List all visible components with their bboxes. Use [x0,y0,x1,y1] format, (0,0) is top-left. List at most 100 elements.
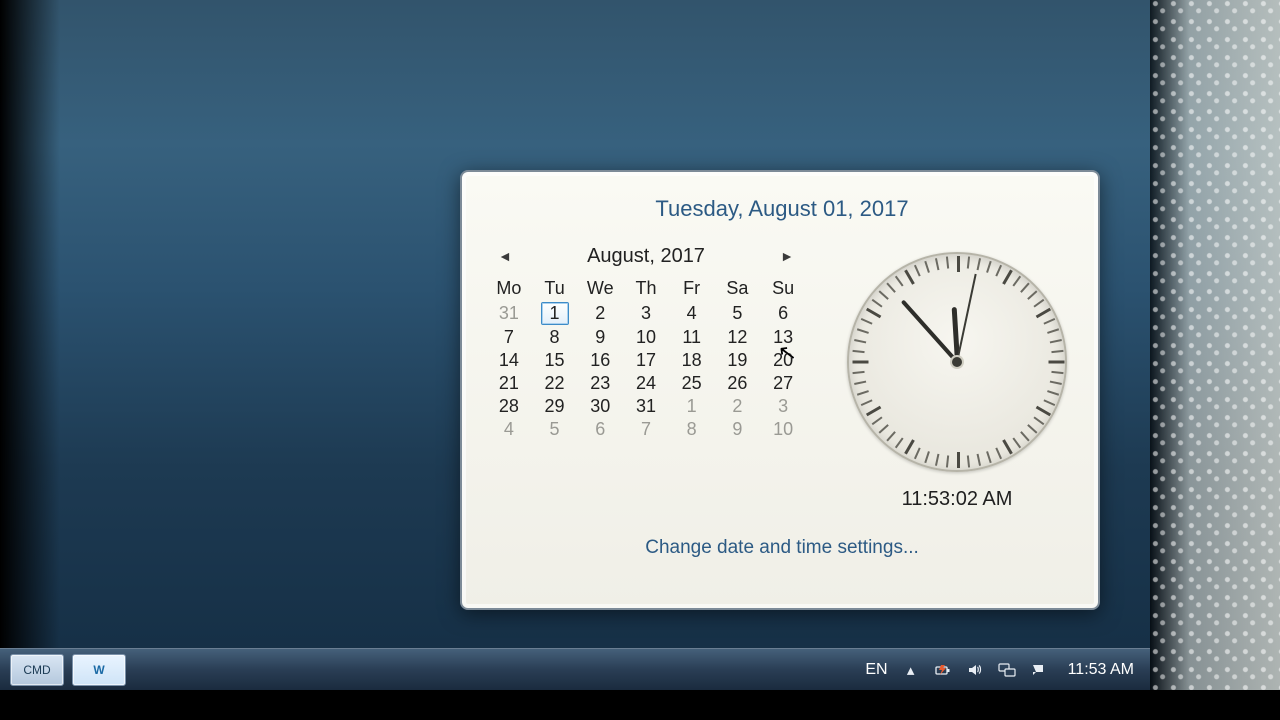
action-center-icon[interactable] [1030,661,1048,679]
calendar-day[interactable]: 1 [532,301,578,326]
clock-tick [861,318,873,325]
volume-icon[interactable] [966,661,984,679]
power-icon[interactable] [934,661,952,679]
calendar-day[interactable]: 23 [577,372,623,395]
calendar-day[interactable]: 8 [669,418,715,441]
digital-time: 11:53:02 AM [902,488,1013,511]
calendar-day[interactable]: 31 [623,395,669,418]
clock-tick [854,381,866,385]
calendar-day[interactable]: 18 [669,349,715,372]
clock-tick [866,406,881,417]
clock-tick [957,452,960,468]
clock-tick [924,261,930,273]
calendar-day[interactable]: 27 [760,372,806,395]
taskbar-clock[interactable]: 11:53 AM [1068,661,1140,679]
change-settings-link[interactable]: Change date and time settings... [486,537,1078,559]
calendar-day[interactable]: 29 [532,395,578,418]
calendar-day[interactable]: 25 [669,372,715,395]
clock-tick [914,265,921,277]
clock-tick [986,261,992,273]
clock-tick [872,416,883,425]
next-month-button[interactable]: ► [772,244,802,268]
calendar-day[interactable]: 21 [486,372,532,395]
network-icon[interactable] [998,661,1016,679]
calendar-day[interactable]: 5 [532,418,578,441]
calendar-day[interactable]: 4 [669,301,715,326]
photo-bottom-edge [0,690,1280,720]
calendar-day[interactable]: 6 [577,418,623,441]
calendar-day[interactable]: 2 [577,301,623,326]
calendar-day[interactable]: 26 [715,372,761,395]
calendar-day[interactable]: 11 [669,326,715,349]
calendar-day[interactable]: 30 [577,395,623,418]
clock-tick [986,451,992,463]
calendar-day[interactable]: 31 [486,301,532,326]
calendar-day[interactable]: 1 [669,395,715,418]
calendar-day[interactable]: 3 [623,301,669,326]
clock-tick [1036,308,1051,319]
system-tray: EN ▴ 11:53 AM [865,661,1140,679]
calendar-day[interactable]: 7 [486,326,532,349]
date-time-popup: Tuesday, August 01, 2017 ◄ August, 2017 … [460,170,1100,610]
show-hidden-icons-button[interactable]: ▴ [902,661,920,679]
calendar-day[interactable]: 20 [760,349,806,372]
taskbar[interactable]: CMD W EN ▴ 11:53 AM [0,648,1150,690]
clock-tick [1012,276,1021,287]
clock-tick [879,290,889,300]
clock-tick [895,437,904,448]
calendar-nav: ◄ August, 2017 ► [490,244,802,268]
clock-tick [957,256,960,272]
calendar-day[interactable]: 19 [715,349,761,372]
popup-body: ◄ August, 2017 ► MoTuWeThFrSaSu 31123456… [486,244,1078,511]
taskbar-app-1[interactable]: CMD [10,654,64,686]
clock-tick [852,350,864,353]
calendar-day[interactable]: 6 [760,301,806,326]
screen-vignette-left [0,0,60,720]
month-year-label[interactable]: August, 2017 [587,245,705,268]
calendar-day[interactable]: 2 [715,395,761,418]
day-header: Mo [486,276,532,301]
clock-tick [854,339,866,343]
day-header: Tu [532,276,578,301]
day-header: We [577,276,623,301]
clock-tick [914,447,921,459]
calendar-day[interactable]: 10 [760,418,806,441]
calendar-day[interactable]: 3 [760,395,806,418]
clock-tick [861,399,873,406]
calendar-day[interactable]: 9 [715,418,761,441]
clock-tick [879,424,889,434]
calendar-day[interactable]: 15 [532,349,578,372]
current-date-heading: Tuesday, August 01, 2017 [486,196,1078,222]
clock-tick [852,371,864,374]
calendar-day[interactable]: 5 [715,301,761,326]
day-header: Sa [715,276,761,301]
calendar-day[interactable]: 9 [577,326,623,349]
calendar-day[interactable]: 14 [486,349,532,372]
language-indicator[interactable]: EN [865,661,887,679]
calendar-day[interactable]: 17 [623,349,669,372]
clock-tick [935,258,939,270]
calendar-day[interactable]: 22 [532,372,578,395]
calendar-day[interactable]: 10 [623,326,669,349]
calendar-day[interactable]: 7 [623,418,669,441]
calendar-day[interactable]: 24 [623,372,669,395]
clock-tick [857,390,869,396]
calendar-day[interactable]: 16 [577,349,623,372]
clock-tick [886,283,896,293]
clock-tick [895,276,904,287]
calendar-day[interactable]: 8 [532,326,578,349]
taskbar-app-2[interactable]: W [72,654,126,686]
clock-tick [1033,299,1044,308]
clock-tick [1002,439,1013,454]
calendar-day[interactable]: 13 [760,326,806,349]
analog-clock [847,252,1067,472]
calendar-day[interactable]: 28 [486,395,532,418]
clock-tick [872,299,883,308]
calendar-day[interactable]: 4 [486,418,532,441]
clock-tick [1027,424,1037,434]
clock-tick [1051,350,1063,353]
calendar-grid: MoTuWeThFrSaSu 3112345678910111213141516… [486,276,806,441]
prev-month-button[interactable]: ◄ [490,244,520,268]
clock-tick [1027,290,1037,300]
calendar-day[interactable]: 12 [715,326,761,349]
